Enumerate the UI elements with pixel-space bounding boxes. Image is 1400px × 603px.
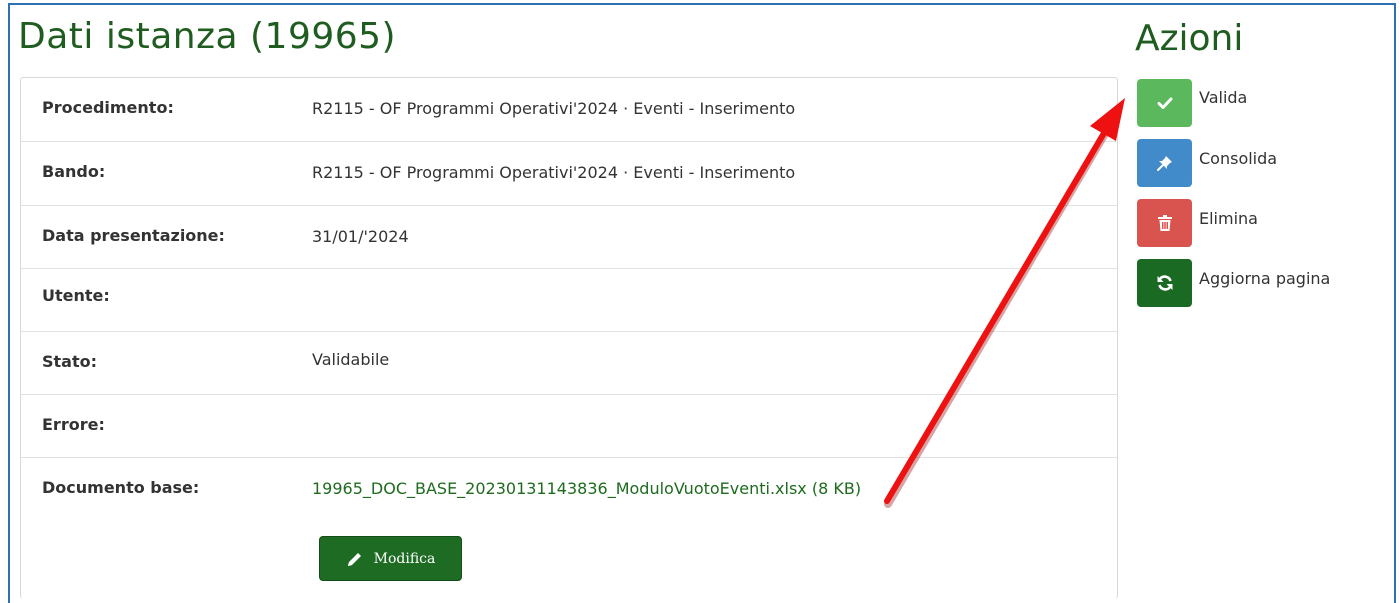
detail-label: Bando: [42,162,106,181]
aggiorna-pagina-label[interactable]: Aggiorna pagina [1199,269,1330,288]
elimina-label[interactable]: Elimina [1199,209,1258,228]
valida-action[interactable]: Valida [1137,79,1247,127]
actions-title: Azioni [1135,18,1244,59]
detail-row-errore: Errore: [21,395,1117,458]
valida-label[interactable]: Valida [1199,88,1247,107]
document-link[interactable]: 19965_DOC_BASE_20230131143836_ModuloVuot… [312,479,861,498]
detail-value: 31/01/'2024 [312,227,409,246]
details-panel: Procedimento: R2115 - OF Programmi Opera… [20,77,1118,599]
detail-value: Validabile [312,350,390,369]
detail-row-utente: Utente: [21,269,1117,332]
detail-row-data-presentazione: Data presentazione: 31/01/'2024 [21,206,1117,269]
page-title: Dati istanza (19965) [18,16,397,57]
detail-row-stato: Stato: Validabile [21,332,1117,395]
detail-row-procedimento: Procedimento: R2115 - OF Programmi Opera… [21,78,1117,142]
detail-label: Utente: [42,286,110,305]
detail-value: R2115 - OF Programmi Operativi'2024 · Ev… [312,163,796,182]
detail-row-documento-base: Documento base: 19965_DOC_BASE_202301311… [21,458,1117,600]
consolida-action[interactable]: Consolida [1137,139,1277,187]
aggiorna-pagina-button[interactable] [1137,259,1192,307]
detail-label: Stato: [42,352,98,371]
detail-label: Errore: [42,415,105,434]
elimina-button[interactable] [1137,199,1192,247]
consolida-button[interactable] [1137,139,1192,187]
trash-icon [1157,215,1172,231]
elimina-action[interactable]: Elimina [1137,199,1258,247]
detail-value: 19965_DOC_BASE_20230131143836_ModuloVuot… [312,478,942,500]
aggiorna-pagina-action[interactable]: Aggiorna pagina [1137,259,1330,307]
pin-icon [1156,156,1172,171]
detail-label: Procedimento: [42,98,174,117]
detail-value: R2115 - OF Programmi Operativi'2024 · Ev… [312,99,796,118]
detail-label: Documento base: [42,478,200,497]
valida-button[interactable] [1137,79,1192,127]
detail-row-bando: Bando: R2115 - OF Programmi Operativi'20… [21,142,1117,206]
detail-label: Data presentazione: [42,226,225,245]
consolida-label[interactable]: Consolida [1199,149,1277,168]
pencil-icon [347,552,361,566]
modifica-button-label: Modifica [373,550,436,567]
check-icon [1157,97,1172,109]
modifica-button[interactable]: Modifica [319,536,462,581]
refresh-icon [1157,275,1172,291]
